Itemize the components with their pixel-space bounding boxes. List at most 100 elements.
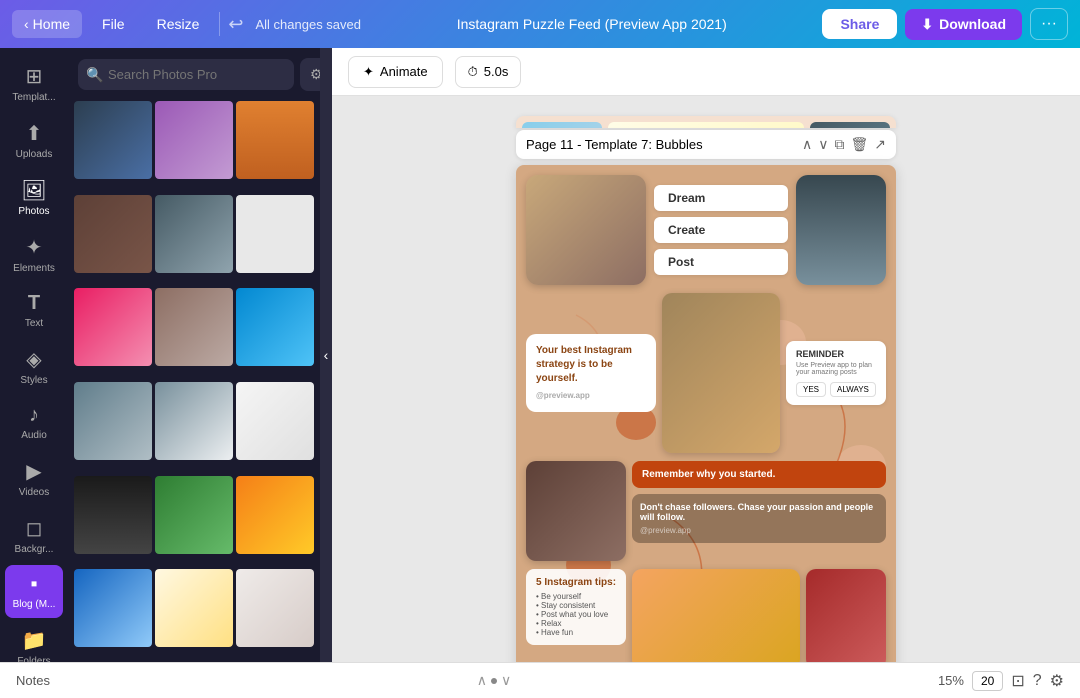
photos-icon: 🖼: [21, 178, 46, 203]
quote-handle: @preview.app: [536, 390, 646, 401]
page-nav-down-button[interactable]: ∨: [501, 672, 511, 689]
sidebar-item-folders[interactable]: 📁 Folders: [5, 620, 63, 662]
dont-chase-box[interactable]: Don't chase followers. Chase your passio…: [632, 494, 886, 543]
photo-thumb[interactable]: [155, 569, 233, 647]
saved-indicator: All changes saved: [255, 17, 361, 32]
sidebar-label-elements: Elements: [13, 263, 55, 274]
page-dot: [491, 678, 497, 684]
photo-thumb[interactable]: [74, 569, 152, 647]
photo-thumb[interactable]: [74, 288, 152, 366]
share-button[interactable]: Share: [822, 9, 897, 39]
page-copy-button[interactable]: ⧉: [834, 136, 844, 153]
photo-thumb[interactable]: [236, 101, 314, 179]
search-wrap: 🔍: [78, 59, 294, 90]
photo-thumb[interactable]: [74, 101, 152, 179]
photo-thumb[interactable]: [236, 569, 314, 647]
label-create[interactable]: Create: [654, 217, 788, 243]
strip-photo-right: [810, 122, 890, 128]
dress-photo[interactable]: [806, 569, 886, 662]
sidebar-item-text[interactable]: T Text: [5, 284, 63, 337]
template-row-1: Dream Create Post: [526, 175, 886, 285]
page-nav-up-button[interactable]: ∧: [477, 672, 487, 689]
search-input[interactable]: [78, 59, 294, 90]
sidebar-item-styles[interactable]: ◈ Styles: [5, 339, 63, 394]
label-dream[interactable]: Dream: [654, 185, 788, 211]
tip-4: • Relax: [536, 619, 616, 628]
dont-chase-handle: @preview.app: [640, 526, 878, 535]
timer-button[interactable]: ⏱ 5.0s: [455, 56, 522, 88]
photo-thumb[interactable]: [155, 382, 233, 460]
tips-title: 5 Instagram tips:: [536, 577, 616, 588]
sidebar-item-photos[interactable]: 🖼 Photos: [5, 170, 63, 225]
animate-button[interactable]: ✦ Animate: [348, 56, 443, 88]
document-title: Instagram Puzzle Feed (Preview App 2021): [369, 16, 814, 32]
sidebar-label-templates: Templat...: [12, 92, 55, 103]
fit-screen-button[interactable]: ⊡: [1011, 671, 1024, 691]
remember-text: Remember why you started.: [642, 469, 775, 480]
sidebar-item-blog[interactable]: ▪ Blog (M...: [5, 565, 63, 618]
reminder-box[interactable]: REMINDER Use Preview app to plan your am…: [786, 341, 886, 405]
page-number-box[interactable]: 20: [972, 671, 1003, 691]
panel-collapse-handle[interactable]: ‹: [320, 48, 332, 662]
canvas-area: ✦ Animate ⏱ 5.0s Page 11 - Template 7: B…: [332, 48, 1080, 662]
sidebar-item-elements[interactable]: ✦ Elements: [5, 227, 63, 282]
uploads-icon: ⬆: [26, 121, 43, 146]
tips-box[interactable]: 5 Instagram tips: • Be yourself • Stay c…: [526, 569, 626, 645]
sidebar-item-audio[interactable]: ♪ Audio: [5, 396, 63, 449]
remember-box[interactable]: Remember why you started.: [632, 461, 886, 488]
sidebar-item-uploads[interactable]: ⬆ Uploads: [5, 113, 63, 168]
photo-thumb[interactable]: [155, 195, 233, 273]
photo-thumb[interactable]: [74, 382, 152, 460]
tip-2: • Stay consistent: [536, 601, 616, 610]
elements-icon: ✦: [26, 235, 43, 260]
photo-thumb[interactable]: [236, 476, 314, 554]
more-options-button[interactable]: ···: [1030, 8, 1068, 40]
main-layout: ⊞ Templat... ⬆ Uploads 🖼 Photos ✦ Elemen…: [0, 48, 1080, 662]
chevron-left-icon: ‹: [24, 16, 29, 32]
couple-photo[interactable]: [526, 175, 646, 285]
photo-thumb[interactable]: [236, 195, 314, 273]
reminder-always-button[interactable]: ALWAYS: [830, 382, 876, 397]
woman-sitting-photo[interactable]: [796, 175, 886, 285]
canvas-scroll[interactable]: Page 11 - Template 7: Bubbles ∧ ∨ ⧉ 🗑 ↗: [332, 96, 1080, 662]
woman-smiling-photo[interactable]: [662, 293, 780, 453]
nav-divider: [219, 12, 220, 36]
page-collapse-down-button[interactable]: ∨: [818, 136, 828, 153]
page-collapse-up-button[interactable]: ∧: [802, 136, 812, 153]
chevron-left-icon: ‹: [324, 347, 329, 363]
filter-button[interactable]: ⚙: [300, 58, 320, 91]
help-button[interactable]: ?: [1033, 672, 1042, 690]
photo-thumb[interactable]: [236, 382, 314, 460]
bikini-photo[interactable]: [632, 569, 800, 662]
photo-thumb[interactable]: [236, 288, 314, 366]
top-navigation: ‹ Home File Resize ↩ All changes saved I…: [0, 0, 1080, 48]
notes-label[interactable]: Notes: [16, 673, 50, 688]
tip-5: • Have fun: [536, 628, 616, 637]
file-button[interactable]: File: [90, 10, 137, 38]
download-icon: ⬇: [921, 16, 933, 33]
page-share-button[interactable]: ↗: [874, 136, 886, 153]
sidebar-item-backgrounds[interactable]: ◻ Backgr...: [5, 508, 63, 563]
reminder-yes-button[interactable]: YES: [796, 382, 826, 397]
template-content: Dream Create Post Your best Instagram st…: [516, 165, 896, 662]
man-photo[interactable]: [526, 461, 626, 561]
undo-icon[interactable]: ↩: [228, 14, 243, 35]
sidebar-item-videos[interactable]: ▶ Videos: [5, 451, 63, 506]
page-delete-button[interactable]: 🗑: [850, 136, 868, 153]
home-button[interactable]: ‹ Home: [12, 10, 82, 38]
photo-thumb[interactable]: [155, 101, 233, 179]
settings-button[interactable]: ⚙: [1050, 671, 1064, 691]
photo-thumb[interactable]: [155, 476, 233, 554]
sidebar-item-templates[interactable]: ⊞ Templat...: [5, 56, 63, 111]
sidebar-label-audio: Audio: [21, 430, 47, 441]
photo-thumb[interactable]: [74, 195, 152, 273]
photo-thumb[interactable]: [74, 476, 152, 554]
download-button[interactable]: ⬇ Download: [905, 9, 1022, 40]
photo-thumb[interactable]: [155, 288, 233, 366]
tip-3: • Post what you love: [536, 610, 616, 619]
text-icon: T: [28, 292, 40, 315]
quote-box[interactable]: Your best Instagram strategy is to be yo…: [526, 334, 656, 411]
reminder-title: REMINDER: [796, 349, 876, 359]
resize-button[interactable]: Resize: [145, 10, 212, 38]
label-post[interactable]: Post: [654, 249, 788, 275]
